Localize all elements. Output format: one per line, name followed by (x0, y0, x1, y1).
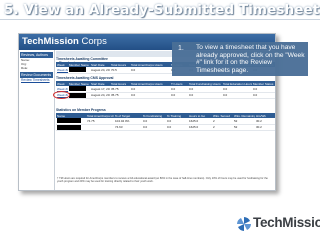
member-name-cell (56, 124, 86, 131)
column-header: Total Fundraising Hours (188, 81, 222, 86)
total-hours-cell: 70.5 (110, 67, 130, 74)
column-header: Total AmeriCorps Hrs (86, 113, 114, 118)
stat-cell: 52 (233, 124, 255, 131)
redacted-name (69, 86, 86, 91)
stat-cell: 30.2 (255, 124, 275, 131)
slide-title: 5. View an Already-Submitted Timesheet (4, 2, 320, 18)
column-header: Member Status (252, 81, 275, 86)
sidebar: Reviews, Authors Name: Org: Role: Review… (19, 50, 55, 190)
highlight-circle (53, 91, 70, 99)
stat-cell: 74.63 (114, 124, 142, 131)
redacted-name (69, 67, 86, 72)
sidebar-line: Role: (21, 66, 29, 70)
column-header: Wks. Remaining (233, 113, 255, 118)
instruction-callout: 1. To view a timesheet that you have alr… (172, 42, 308, 76)
table-row: 74.63 0.0 0.0 1625.0 2 52 30.2 (56, 124, 275, 131)
brand-name: TechMission (253, 215, 320, 230)
education-hours-cell: 0.0 (222, 92, 252, 99)
americorps-hours-cell: 0.0 (130, 92, 170, 99)
redacted-name (69, 92, 86, 97)
column-header: Member Name (68, 81, 90, 86)
start-date-cell: August 24, 2011 (90, 92, 110, 99)
status-cell: 0.0 (252, 92, 275, 99)
pinwheel-icon (237, 217, 251, 231)
americorps-hours-cell: 0.0 (130, 67, 170, 74)
footnote: † TM Hours are required for AmeriCorps m… (57, 177, 268, 184)
column-header: Member Name (68, 62, 90, 67)
stat-cell: 0.0 (166, 124, 188, 131)
fundraising-hours-cell: 0.0 (188, 92, 222, 99)
total-hours-cell: 35.75 (110, 92, 130, 99)
step-text: To view a timesheet that you have alread… (196, 44, 305, 74)
column-header: Total Education Hours (222, 81, 252, 86)
member-name-cell (68, 67, 90, 74)
redacted-name (57, 118, 81, 123)
logo-corps-text: Corps (81, 36, 107, 47)
app-logo: TechMission Corps (22, 35, 107, 49)
approved-table: Week Member Name Start Date Total Hours … (56, 81, 275, 99)
member-name-cell (68, 92, 90, 99)
start-date-cell: August 24, 2011 (90, 67, 110, 74)
logo-tech-text: TechMission (22, 36, 79, 47)
step-number: 1. (178, 45, 184, 52)
table-row: Week #2 August 24, 2011 35.75 0.0 0.0 0.… (56, 92, 275, 99)
stat-cell: 0.0 (142, 124, 166, 131)
stats-table: Name Total AmeriCorps Hrs % of Target % … (56, 113, 275, 131)
tr-hours-cell: 0.0 (170, 92, 188, 99)
redacted-name (57, 124, 81, 129)
brand-logo: TechMission (236, 213, 320, 237)
column-header: Wks. Served (212, 113, 233, 118)
stat-cell: 1625.0 (188, 124, 212, 131)
stat-cell: 2 (212, 124, 233, 131)
sidebar-link-review-timesheets[interactable]: Review Timesheets (19, 78, 54, 83)
stat-cell (86, 124, 114, 131)
title-divider (0, 19, 320, 20)
week-link[interactable]: Week #2 (56, 67, 68, 74)
